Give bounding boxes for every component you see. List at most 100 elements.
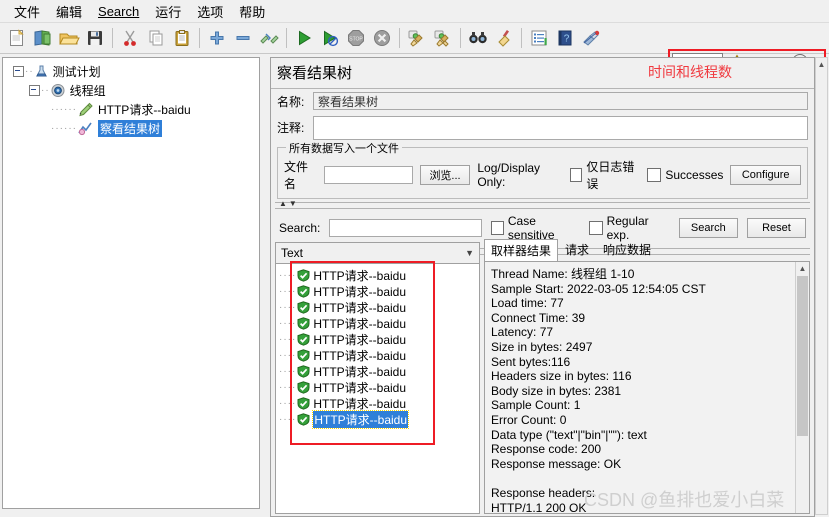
checkbox-box[interactable] — [569, 168, 583, 182]
menu-edit[interactable]: 编辑 — [48, 0, 90, 23]
search-icon[interactable] — [465, 25, 491, 51]
browse-button[interactable]: 浏览... — [419, 165, 471, 185]
tree-node-thread-group[interactable]: ·· 线程组 — [7, 81, 259, 100]
panel-splitter[interactable] — [262, 57, 270, 509]
render-selector-dropdown[interactable]: Text ▼ — [276, 243, 479, 264]
tab-request[interactable]: 请求 — [558, 238, 596, 261]
menu-search-label: Search — [98, 3, 140, 19]
menu-search[interactable]: Search — [90, 2, 147, 21]
success-shield-icon — [297, 412, 310, 426]
name-input[interactable]: 察看结果树 — [313, 92, 808, 110]
results-area: Text ▼ ···· HTTP请求--baidu ···· HTTP请求--b… — [275, 239, 810, 514]
list-item-label: HTTP请求--baidu — [313, 316, 407, 331]
detail-tabs: 取样器结果 请求 响应数据 — [484, 239, 810, 262]
list-item[interactable]: ···· HTTP请求--baidu — [279, 299, 479, 315]
tree-label: 测试计划 — [52, 65, 101, 79]
search-button[interactable]: Search — [678, 218, 738, 238]
start-no-timers-icon[interactable] — [317, 25, 343, 51]
list-item-label: HTTP请求--baidu — [313, 284, 407, 299]
start-icon[interactable] — [291, 25, 317, 51]
list-item[interactable]: ···· HTTP请求--baidu — [279, 283, 479, 299]
tree-connector: ···· — [279, 397, 297, 409]
clear-all-icon[interactable] — [430, 25, 456, 51]
tree-connector: ···· — [279, 365, 297, 377]
detail-scrollbar[interactable]: ▲ — [795, 262, 809, 513]
write-all-data-group: 所有数据写入一个文件 文件名 浏览... Log/Display Only: 仅… — [277, 140, 808, 199]
help-icon[interactable]: ? — [552, 25, 578, 51]
toolbar-separator — [112, 28, 113, 48]
cut-icon[interactable] — [117, 25, 143, 51]
tree-label: 线程组 — [69, 84, 106, 98]
add-icon[interactable] — [204, 25, 230, 51]
page-title: 察看结果树 — [277, 65, 353, 82]
copy-icon[interactable] — [143, 25, 169, 51]
annotation-time-threads: 时间和线程数 — [648, 64, 732, 80]
remove-icon[interactable] — [230, 25, 256, 51]
list-item-label-selected: HTTP请求--baidu — [312, 409, 410, 429]
tree-connector: ···· — [279, 413, 297, 425]
tree-connector: ···· — [279, 317, 297, 329]
tree-node-view-results-tree[interactable]: ······ 察看结果树 — [7, 119, 259, 138]
expand-toggle-icon[interactable] — [13, 66, 24, 77]
filename-input[interactable] — [323, 166, 413, 184]
tree-connector: ·· — [25, 66, 34, 77]
tree-connector: ······ — [51, 123, 77, 134]
list-item[interactable]: ···· HTTP请求--baidu — [279, 267, 479, 283]
list-item[interactable]: ···· HTTP请求--baidu — [279, 409, 479, 429]
templates-icon[interactable] — [30, 25, 56, 51]
horizontal-splitter[interactable]: ▲▼ — [275, 199, 810, 209]
tree-node-http-request[interactable]: ······ HTTP请求--baidu — [7, 100, 259, 119]
sample-detail-panel: 取样器结果 请求 响应数据 Thread Name: 线程组 1-10 Samp… — [484, 239, 810, 514]
scroll-up-icon[interactable]: ▲ — [796, 262, 809, 275]
save-disk-icon[interactable] — [82, 25, 108, 51]
expand-toggle-icon[interactable] — [29, 85, 40, 96]
menu-run[interactable]: 运行 — [147, 0, 189, 23]
detail-text-area[interactable]: Thread Name: 线程组 1-10 Sample Start: 2022… — [484, 261, 810, 514]
menu-help[interactable]: 帮助 — [231, 0, 273, 23]
list-item[interactable]: ···· HTTP请求--baidu — [279, 331, 479, 347]
search-input[interactable] — [329, 219, 482, 237]
reset-button[interactable]: Reset — [746, 218, 806, 238]
shutdown-icon[interactable] — [369, 25, 395, 51]
checkbox-box[interactable] — [490, 221, 504, 235]
new-document-icon[interactable] — [4, 25, 30, 51]
successes-checkbox[interactable]: Successes — [647, 168, 723, 182]
search-reset-icon[interactable] — [491, 25, 517, 51]
list-item[interactable]: ···· HTTP请求--baidu — [279, 315, 479, 331]
chevron-down-icon[interactable]: ▼ — [465, 248, 474, 258]
toolbar-separator — [199, 28, 200, 48]
menu-file[interactable]: 文件 — [6, 0, 48, 23]
list-item[interactable]: ···· HTTP请求--baidu — [279, 347, 479, 363]
list-item[interactable]: ···· HTTP请求--baidu — [279, 363, 479, 379]
sample-result-list[interactable]: ···· HTTP请求--baidu ···· HTTP请求--baidu ··… — [276, 264, 479, 513]
test-plan-tree-panel[interactable]: ·· 测试计划 ·· 线程组 ······ HTTP请求--baidu ····… — [2, 57, 260, 509]
function-helper-icon[interactable] — [526, 25, 552, 51]
tab-sampler-result[interactable]: 取样器结果 — [484, 239, 559, 262]
checkbox-box[interactable] — [589, 221, 603, 235]
tab-response-data[interactable]: 响应数据 — [596, 238, 658, 261]
paste-icon[interactable] — [169, 25, 195, 51]
tree-connector: ···· — [279, 333, 297, 345]
stop-icon[interactable]: STOP — [343, 25, 369, 51]
checkbox-box[interactable] — [647, 168, 662, 182]
tree-connector: ·· — [41, 85, 50, 96]
scrollbar-thumb[interactable] — [797, 276, 808, 436]
splitter-arrows-icon[interactable]: ▲▼ — [279, 199, 299, 208]
toggle-icon[interactable] — [256, 25, 282, 51]
list-item[interactable]: ···· HTTP请求--baidu — [279, 379, 479, 395]
errors-only-checkbox[interactable]: 仅日志错误 — [569, 158, 641, 192]
clear-icon[interactable] — [404, 25, 430, 51]
jmeter-window: 文件 编辑 Search 运行 选项 帮助 STOP ? ·· 测试计划 ·· … — [0, 0, 829, 517]
list-item[interactable]: ···· HTTP请求--baidu — [279, 395, 479, 411]
menu-options[interactable]: 选项 — [189, 0, 231, 23]
scroll-up-icon[interactable]: ▲ — [816, 58, 827, 71]
window-scrollbar[interactable]: ▲ — [815, 57, 828, 515]
test-plan-icon — [35, 65, 47, 77]
comment-input[interactable] — [313, 116, 808, 140]
undo-redo-icon[interactable] — [578, 25, 604, 51]
open-folder-icon[interactable] — [56, 25, 82, 51]
tree-node-test-plan[interactable]: ·· 测试计划 — [7, 62, 259, 81]
results-list-panel: Text ▼ ···· HTTP请求--baidu ···· HTTP请求--b… — [275, 242, 480, 514]
configure-button[interactable]: Configure — [730, 165, 801, 185]
list-item-label: HTTP请求--baidu — [313, 396, 407, 411]
